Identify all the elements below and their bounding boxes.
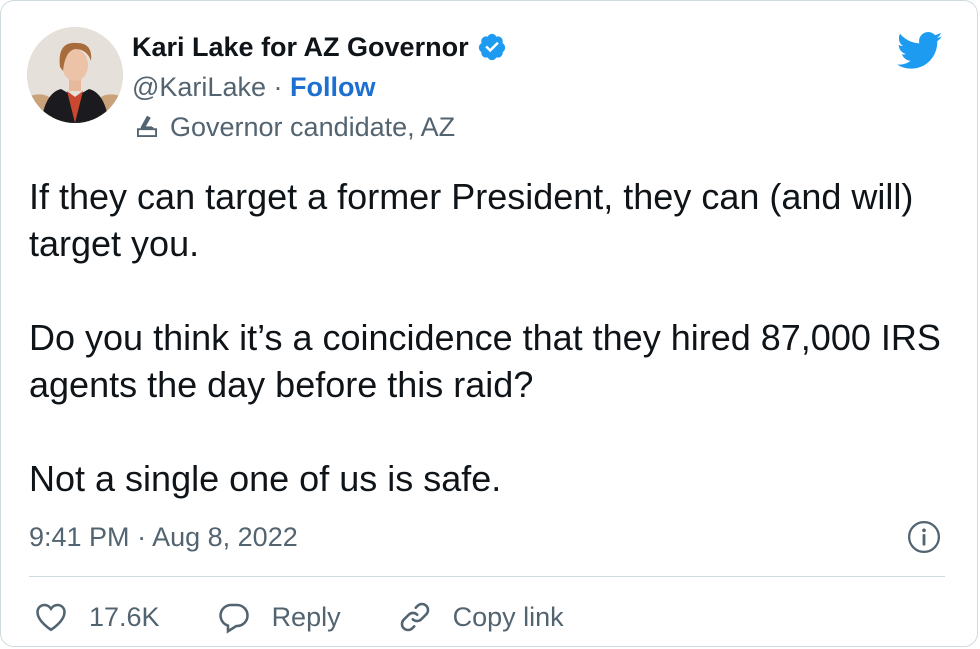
twitter-bird-icon[interactable]: [897, 31, 943, 71]
tweet-text: If they can target a former President, t…: [29, 173, 959, 502]
tweet-timestamp[interactable]: 9:41 PM · Aug 8, 2022: [29, 519, 298, 555]
like-count: 17.6K: [89, 602, 160, 632]
author-label-row: Governor candidate, AZ: [132, 109, 455, 145]
info-icon[interactable]: [907, 520, 941, 554]
timestamp-separator: ·: [137, 522, 147, 552]
author-handle[interactable]: @KariLake: [132, 72, 266, 102]
divider: [29, 576, 945, 577]
tweet-time[interactable]: 9:41 PM: [29, 522, 130, 552]
follow-button[interactable]: Follow: [290, 72, 375, 102]
verified-badge-icon: [478, 33, 505, 61]
reply-label: Reply: [271, 602, 341, 632]
tweet-paragraph: Do you think it’s a coincidence that the…: [29, 317, 941, 405]
copy-link-button[interactable]: Copy link: [397, 597, 564, 637]
tweet-date[interactable]: Aug 8, 2022: [152, 522, 298, 552]
handle-separator: ·: [273, 72, 283, 102]
action-bar: 17.6K Reply Copy link: [33, 597, 620, 637]
ballot-box-icon: [137, 115, 157, 137]
copy-link-label: Copy link: [452, 602, 564, 632]
tweet-paragraph: If they can target a former President, t…: [29, 176, 914, 264]
author-label: Governor candidate, AZ: [170, 112, 456, 142]
like-button[interactable]: 17.6K: [33, 597, 160, 637]
author-name[interactable]: Kari Lake for AZ Governor: [132, 29, 469, 65]
author-name-row[interactable]: Kari Lake for AZ Governor: [132, 29, 507, 65]
heart-icon: [36, 603, 66, 632]
tweet-card: Kari Lake for AZ Governor @KariLake · Fo…: [0, 0, 978, 647]
author-handle-row: @KariLake · Follow: [132, 69, 376, 105]
tweet-paragraph: Not a single one of us is safe.: [29, 458, 502, 499]
author-avatar[interactable]: [27, 27, 123, 123]
reply-bubble-icon: [218, 603, 249, 634]
reply-button[interactable]: Reply: [216, 597, 341, 637]
link-icon: [400, 602, 429, 632]
